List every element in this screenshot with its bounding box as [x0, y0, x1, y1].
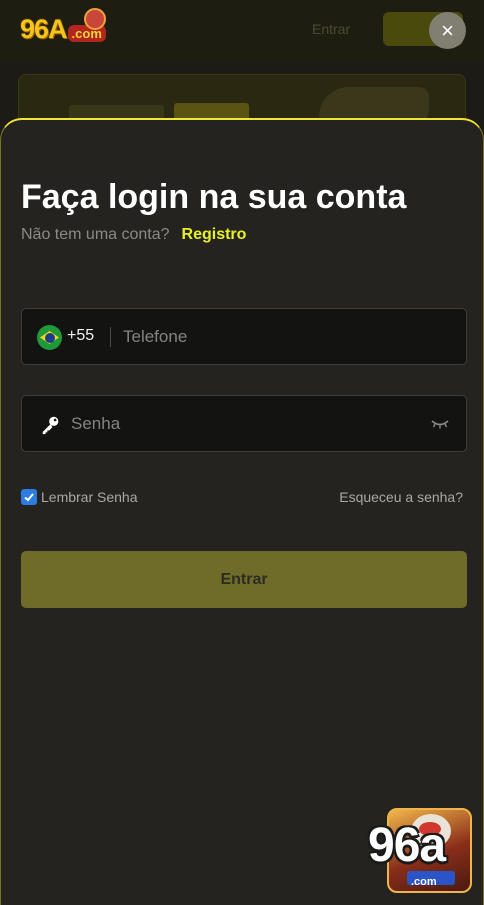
badge-number: 96a — [368, 819, 446, 872]
login-button[interactable]: Entrar — [21, 551, 467, 608]
close-icon: × — [441, 17, 454, 43]
check-icon — [24, 493, 34, 502]
remember-checkbox[interactable] — [21, 489, 37, 505]
remember-label[interactable]: Lembrar Senha — [41, 489, 138, 505]
background-entrar-link: Entrar — [312, 21, 351, 37]
key-icon — [42, 416, 59, 435]
logo-mascot-icon — [84, 8, 106, 30]
country-code[interactable]: +55 — [67, 327, 94, 345]
brazil-flag-icon[interactable] — [37, 325, 62, 350]
no-account-text: Não tem uma conta? — [21, 226, 170, 243]
logo-number: 96A — [20, 14, 68, 44]
login-button-label: Entrar — [220, 570, 268, 588]
forgot-password-link[interactable]: Esqueceu a senha? — [339, 489, 463, 505]
close-button[interactable]: × — [429, 12, 466, 49]
password-field[interactable]: Senha — [21, 395, 467, 452]
page-title: Faça login na sua conta — [21, 178, 407, 216]
background-header: 96A .com Entrar — [0, 0, 484, 62]
phone-input[interactable]: Telefone — [123, 327, 187, 347]
password-input[interactable]: Senha — [71, 414, 120, 434]
site-logo: 96A .com — [20, 8, 106, 45]
badge-domain: .com — [411, 876, 437, 888]
login-sheet: Faça login na sua conta Não tem uma cont… — [0, 118, 484, 905]
field-divider — [110, 327, 111, 347]
login-options: Lembrar Senha Esqueceu a senha? — [21, 488, 467, 508]
register-prompt: Não tem uma conta? Registro — [21, 226, 246, 244]
register-link[interactable]: Registro — [182, 226, 247, 243]
phone-field[interactable]: +55 Telefone — [21, 308, 467, 365]
eye-closed-icon[interactable] — [430, 416, 450, 430]
